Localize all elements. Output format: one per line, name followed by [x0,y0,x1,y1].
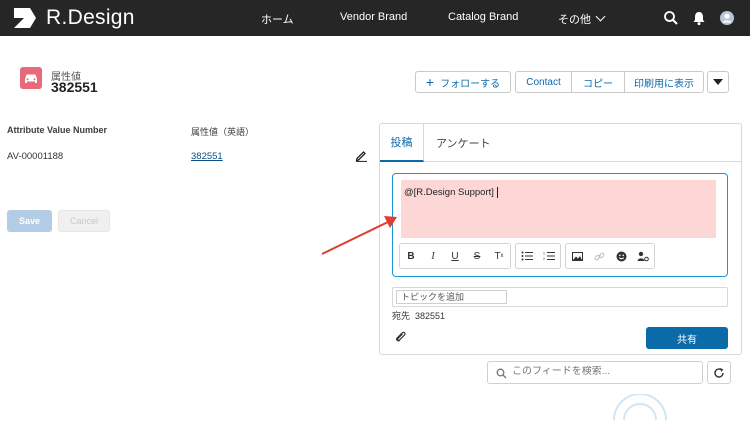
field-label-attribute-value-english: 属性値（英語） [191,127,255,137]
underline-icon[interactable]: U [444,244,466,268]
mention-text-content: @[R.Design Support] [404,187,494,199]
chatter-publisher-panel: 投稿 アンケート @[R.Design Support] B I U S Tx … [379,123,742,355]
cancel-button[interactable]: Cancel [58,210,110,232]
field-label-attribute-value-number: Attribute Value Number [7,125,108,135]
printable-view-button[interactable]: 印刷用に表示 [624,71,704,93]
brand-logo-icon[interactable] [12,6,38,30]
attachment-paperclip-icon[interactable] [395,331,407,343]
clear-formatting-icon[interactable]: Tx [488,244,510,268]
italic-icon[interactable]: I [422,244,444,268]
tab-survey[interactable]: アンケート [436,124,491,162]
refresh-icon [714,367,724,378]
strikethrough-icon[interactable]: S [466,244,488,268]
emoji-icon[interactable] [610,244,632,268]
edit-pencil-icon[interactable] [355,149,368,162]
bold-icon[interactable]: B [400,244,422,268]
nav-item-catalog-brand[interactable]: Catalog Brand [448,11,518,23]
nav-item-home[interactable]: ホーム [261,11,294,27]
insert-group [565,243,655,269]
recipient-label: 宛先 [392,311,411,321]
app-name[interactable]: R.Design [46,6,135,30]
top-navigation-bar: R.Design ホーム Vendor Brand Catalog Brand … [0,0,750,36]
more-actions-button[interactable] [707,71,729,93]
caret-down-icon [713,79,723,85]
feed-search-input[interactable] [512,366,692,377]
recipient-line: 宛先 382551 [392,309,445,322]
text-format-group: B I U S Tx [399,243,511,269]
record-title: 382551 [51,79,98,95]
svg-text:2: 2 [543,257,545,261]
field-value-attribute-value-english-link[interactable]: 382551 [191,151,223,162]
composer-text-area[interactable]: @[R.Design Support] [401,180,716,238]
car-icon [25,74,37,83]
follow-button-label: フォローする [440,78,501,90]
tab-post[interactable]: 投稿 [380,124,424,162]
record-type-icon [20,67,42,89]
text-caret [496,187,498,198]
feed-search-box[interactable] [487,361,703,384]
image-icon[interactable] [566,244,588,268]
loading-indicator-icon [613,394,667,421]
link-icon[interactable] [588,244,610,268]
notification-bell-icon[interactable] [691,10,707,26]
numbered-list-icon[interactable]: 12 [538,244,560,268]
follow-button[interactable]: + フォローする [415,71,511,93]
post-composer[interactable]: @[R.Design Support] B I U S Tx 12 [392,173,728,277]
tab-divider [424,161,742,162]
svg-text:1: 1 [543,252,545,256]
add-topic-input[interactable]: トピックを追加 [396,290,507,304]
topic-row: トピックを追加 [392,287,728,307]
save-button[interactable]: Save [7,210,52,232]
chevron-down-icon [595,11,606,22]
refresh-feed-button[interactable] [707,361,731,384]
field-value-attribute-value-number: AV-00001188 [7,151,64,162]
search-icon [496,368,507,379]
copy-button[interactable]: コピー [571,71,625,93]
nav-item-vendor-brand[interactable]: Vendor Brand [340,11,407,23]
user-avatar-icon[interactable] [719,10,735,26]
contact-button[interactable]: Contact [515,71,572,93]
rich-text-toolbar: B I U S Tx 12 [399,243,655,269]
mention-text: @[R.Design Support] [404,187,498,198]
mention-user-icon[interactable] [632,244,654,268]
plus-icon: + [425,74,435,90]
bulleted-list-icon[interactable] [516,244,538,268]
share-button[interactable]: 共有 [646,327,728,349]
search-icon[interactable] [663,10,679,26]
nav-item-more-label: その他 [558,14,591,26]
nav-item-more[interactable]: その他 [558,11,606,27]
recipient-value: 382551 [415,311,446,321]
list-group: 12 [515,243,561,269]
